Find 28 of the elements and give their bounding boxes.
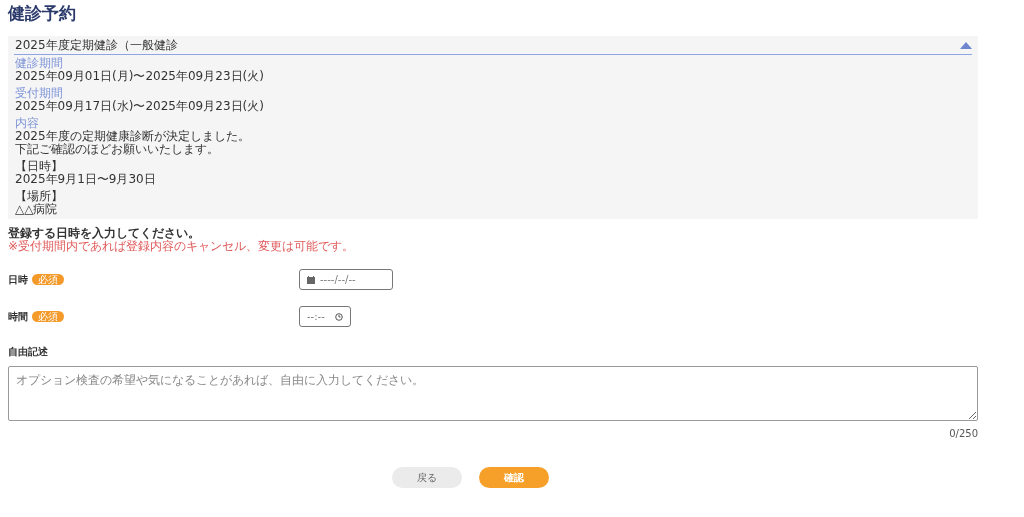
section-label: 健診期間 [15,57,64,70]
section-text: 2025年9月1日〜9月30日 [15,173,157,186]
section-text: 2025年09月01日(月)〜2025年09月23日(火) [15,70,265,83]
character-counter: 0/250 [949,428,978,439]
instruction-text: 登録する日時を入力してください。 [8,227,201,240]
clock-icon [335,312,343,321]
section-text: 下記ご確認のほどお願いいたします。 [15,143,220,156]
page-title: 健診予約 [8,4,77,22]
field-label: 自由記述 [8,345,49,359]
free-text-area[interactable]: オプション検査の希望や気になることがあれば、自由に入力してください。 [8,366,978,421]
required-badge: 必須 [32,274,64,285]
time-input[interactable]: --:-- [299,306,351,327]
notice-heading: 2025年度定期健診（一般健診 [15,38,178,52]
back-button[interactable]: 戻る [391,467,462,488]
section-label: 内容 [15,117,40,130]
collapse-icon[interactable] [960,41,972,49]
date-input[interactable]: ----/--/-- [299,269,393,290]
section-label: 受付期間 [15,87,64,100]
calendar-icon [307,275,315,284]
section-text: △△病院 [15,203,59,216]
field-label: 時間 [8,309,28,324]
required-badge: 必須 [32,311,64,322]
note-text: ※受付期間内であれば登録内容のキャンセル、変更は可能です。 [8,240,356,253]
section-text: 【日時】 [15,160,64,173]
field-label: 日時 [8,272,28,287]
section-text: 2025年09月17日(水)〜2025年09月23日(火) [15,100,265,113]
section-text: 2025年度の定期健康診断が決定しました。 [15,130,251,143]
section-text: 【場所】 [15,190,64,203]
